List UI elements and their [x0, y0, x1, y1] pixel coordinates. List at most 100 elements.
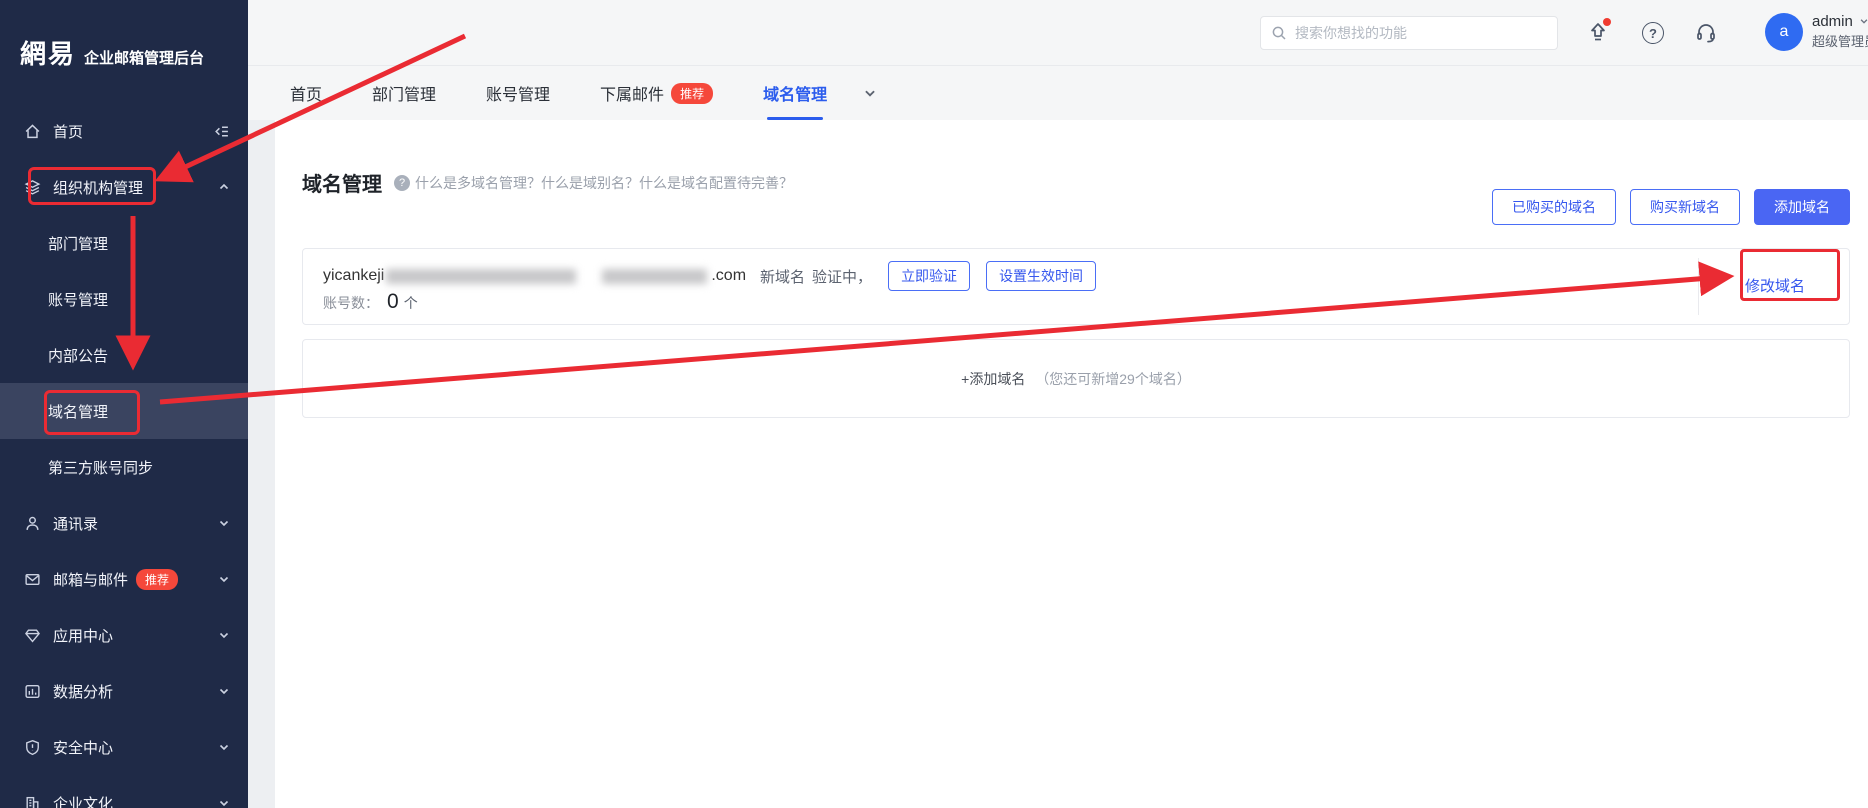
sidebar-item-label: 第三方账号同步	[48, 457, 153, 478]
purchased-domains-button[interactable]: 已购买的域名	[1492, 189, 1616, 225]
chevron-down-icon[interactable]	[218, 741, 230, 753]
sidebar-item-internal-notice[interactable]: 内部公告	[0, 327, 248, 383]
domain-row-line1: yicankeji .com 新域名 验证中， 立即验证 设置生效时间	[323, 261, 1096, 291]
sidebar-item-label: 首页	[53, 121, 83, 142]
headset-icon	[1694, 21, 1718, 45]
redacted-blur	[386, 269, 576, 284]
sidebar-item-label: 部门管理	[48, 233, 108, 254]
tab-label: 域名管理	[763, 81, 827, 105]
verify-now-button[interactable]: 立即验证	[888, 261, 970, 291]
building-icon	[24, 795, 41, 808]
chevron-down-icon[interactable]	[218, 685, 230, 697]
sidebar-item-label: 域名管理	[48, 401, 108, 422]
sidebar-item-contacts[interactable]: 通讯录	[0, 495, 248, 551]
sidebar-item-account-management[interactable]: 账号管理	[0, 271, 248, 327]
recommend-badge: 推荐	[136, 569, 178, 590]
page-help-text[interactable]: 什么是多域名管理？什么是域别名？什么是域名配置待完善？	[415, 173, 793, 193]
accounts-unit: 个	[404, 293, 418, 313]
shield-icon	[24, 739, 41, 756]
set-effective-time-button[interactable]: 设置生效时间	[986, 261, 1096, 291]
add-domain-text[interactable]: +添加域名	[961, 371, 1025, 387]
add-domain-button[interactable]: 添加域名	[1754, 189, 1850, 225]
person-icon	[24, 515, 41, 532]
upgrade-button[interactable]	[1583, 18, 1613, 48]
sidebar-nav: 首页 组织机构管理 部门管理 账号管理 内部公告 域名管理 第三方账号同步	[0, 103, 248, 808]
tab-dept-management[interactable]: 部门管理	[372, 66, 436, 120]
app-window: 網易 企业邮箱管理后台 首页 组织机构管理 部门管理 账号管理 内部公告	[0, 0, 1868, 808]
tab-account-management[interactable]: 账号管理	[486, 66, 550, 120]
sidebar-item-label: 安全中心	[53, 737, 113, 758]
sidebar-item-org-management[interactable]: 组织机构管理	[0, 159, 248, 215]
collapse-sidebar-icon[interactable]	[213, 123, 230, 140]
notification-dot	[1603, 18, 1611, 26]
support-button[interactable]	[1691, 18, 1721, 48]
sidebar-item-third-party-sync[interactable]: 第三方账号同步	[0, 439, 248, 495]
recommend-badge: 推荐	[671, 83, 713, 104]
user-role: 超级管理员	[1812, 33, 1868, 52]
add-domain-area[interactable]: +添加域名 （您还可新增29个域名）	[302, 339, 1850, 418]
user-name: admin	[1812, 13, 1853, 30]
sidebar-item-domain-management[interactable]: 域名管理	[0, 383, 248, 439]
sidebar-item-label: 数据分析	[53, 681, 113, 702]
bar-chart-icon	[24, 683, 41, 700]
chevron-up-icon[interactable]	[218, 181, 230, 193]
chevron-down-icon[interactable]	[218, 629, 230, 641]
redacted-blur	[602, 269, 707, 284]
header-buttons: 已购买的域名 购买新域名 添加域名	[1492, 189, 1850, 225]
domain-management-panel: 域名管理 ? 什么是多域名管理？什么是域别名？什么是域名配置待完善？ 已购买的域…	[275, 120, 1868, 808]
tab-label: 下属邮件	[600, 81, 664, 105]
sidebar: 網易 企业邮箱管理后台 首页 组织机构管理 部门管理 账号管理 内部公告	[0, 0, 248, 808]
search-box[interactable]	[1260, 16, 1558, 50]
sidebar-item-company-culture[interactable]: 企业文化	[0, 775, 248, 808]
brand-logo: 網易 企业邮箱管理后台	[0, 0, 248, 71]
avatar[interactable]: a	[1765, 13, 1803, 51]
sidebar-item-label: 应用中心	[53, 625, 113, 646]
domain-status-prefix: 新域名	[760, 266, 805, 287]
tab-label: 首页	[290, 81, 322, 105]
domain-status: 验证中，	[812, 266, 872, 287]
tab-domain-management[interactable]: 域名管理	[763, 66, 827, 120]
sidebar-item-dept-management[interactable]: 部门管理	[0, 215, 248, 271]
help-button[interactable]: ?	[1638, 18, 1668, 48]
divider	[1698, 258, 1699, 315]
sidebar-item-label: 通讯录	[53, 513, 98, 534]
modify-domain-link[interactable]: 修改域名	[1745, 275, 1805, 296]
page-head: 域名管理 ? 什么是多域名管理？什么是域别名？什么是域名配置待完善？	[302, 168, 793, 197]
page-title: 域名管理	[302, 168, 382, 197]
sidebar-item-app-center[interactable]: 应用中心	[0, 607, 248, 663]
accounts-count: 0	[387, 290, 399, 314]
sidebar-item-data-analytics[interactable]: 数据分析	[0, 663, 248, 719]
question-circle-icon: ?	[1642, 22, 1664, 44]
diamond-icon	[24, 627, 41, 644]
sidebar-item-label: 邮箱与邮件	[53, 569, 128, 590]
layers-icon	[24, 179, 41, 196]
sidebar-item-home[interactable]: 首页	[0, 103, 248, 159]
question-circle-icon[interactable]: ?	[394, 175, 410, 191]
sidebar-item-label: 内部公告	[48, 345, 108, 366]
sidebar-item-security-center[interactable]: 安全中心	[0, 719, 248, 775]
top-bar: ? a admin 超级管理员	[248, 0, 1868, 66]
domain-row: yicankeji .com 新域名 验证中， 立即验证 设置生效时间 账号数：…	[302, 248, 1850, 325]
chevron-down-icon[interactable]	[218, 517, 230, 529]
search-input[interactable]	[1295, 25, 1535, 41]
sidebar-item-label: 企业文化	[53, 793, 113, 808]
tab-more-chevron-down-icon[interactable]	[863, 86, 877, 100]
buy-new-domain-button[interactable]: 购买新域名	[1630, 189, 1740, 225]
tab-label: 账号管理	[486, 81, 550, 105]
brand-suffix: 企业邮箱管理后台	[84, 47, 204, 68]
tab-label: 部门管理	[372, 81, 436, 105]
tab-subordinate-mail[interactable]: 下属邮件推荐	[600, 66, 713, 120]
mail-icon	[24, 571, 41, 588]
chevron-down-icon	[1859, 16, 1868, 26]
chevron-down-icon[interactable]	[218, 797, 230, 808]
sidebar-item-label: 组织机构管理	[53, 177, 143, 198]
user-info[interactable]: admin 超级管理员	[1812, 11, 1868, 52]
sidebar-item-mailbox-mail[interactable]: 邮箱与邮件 推荐	[0, 551, 248, 607]
domain-suffix: .com	[711, 267, 746, 285]
add-domain-hint: （您还可新增29个域名）	[1035, 371, 1191, 387]
tab-home[interactable]: 首页	[290, 66, 322, 120]
home-icon	[24, 123, 41, 140]
chevron-down-icon[interactable]	[218, 573, 230, 585]
accounts-label: 账号数：	[323, 293, 379, 313]
tab-bar: 首页 部门管理 账号管理 下属邮件推荐 域名管理	[248, 66, 1868, 120]
